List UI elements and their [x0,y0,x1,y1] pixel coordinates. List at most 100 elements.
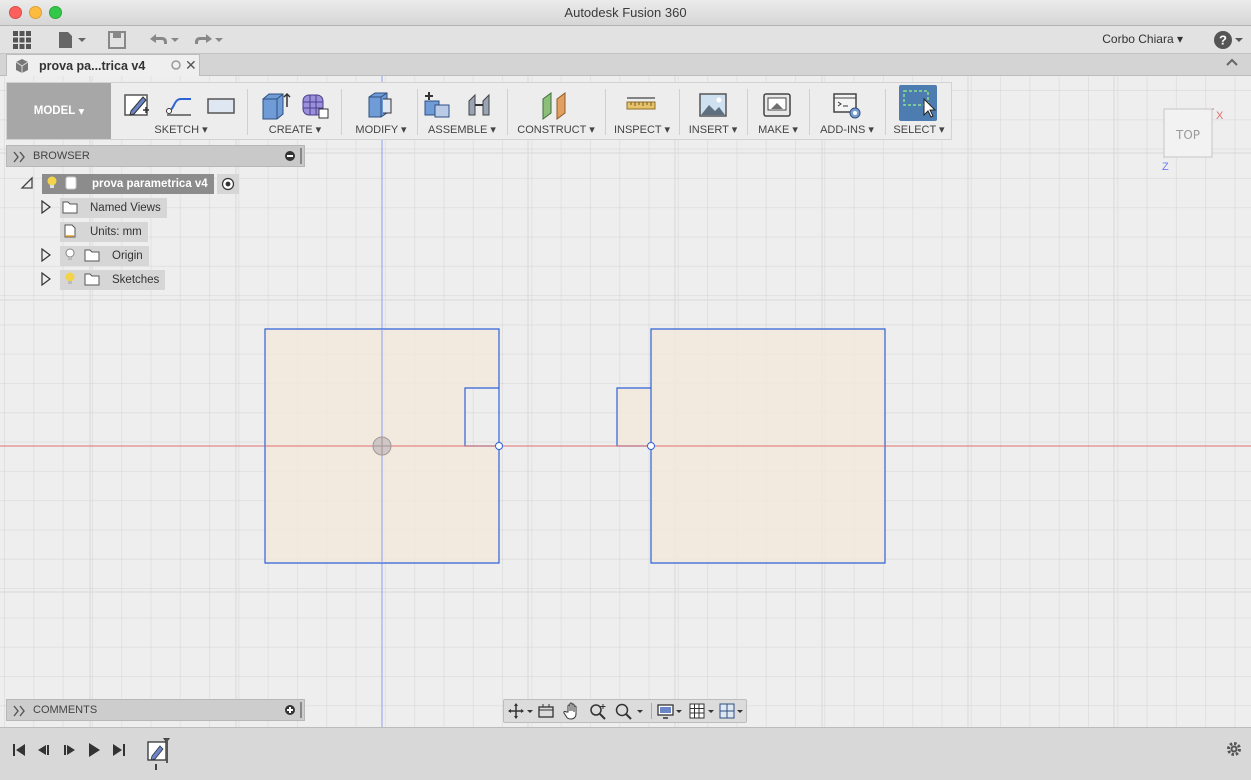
step-back-icon[interactable] [35,741,53,759]
title-bar: Autodesk Fusion 360 [0,0,1251,26]
insert-image-icon[interactable] [697,89,729,121]
expand-triangle-icon[interactable] [20,175,42,193]
chevron-down-icon: ▾ [1176,32,1183,46]
panel-resize-handle[interactable] [300,148,302,164]
workspace-switcher[interactable]: MODEL ▾ [7,83,111,139]
redo-icon[interactable] [190,30,226,50]
go-to-start-icon[interactable] [10,741,28,759]
create-menu[interactable]: CREATE ▾ [253,123,337,136]
browser-item-origin[interactable]: Origin [40,246,149,266]
orbit-icon[interactable] [506,702,534,720]
assemble-menu[interactable]: ASSEMBLE ▾ [419,123,505,136]
step-forward-icon[interactable] [60,741,78,759]
document-tab-bar: prova pa...trica v4 ✕ [0,54,1251,76]
view-cube-z-label: Z [1162,161,1169,170]
sketch-menu[interactable]: SKETCH ▾ [113,123,249,136]
browser-item-sketches[interactable]: Sketches [40,270,166,290]
document-icon [62,224,78,241]
press-pull-icon[interactable] [363,89,395,121]
add-comment-icon[interactable] [284,704,296,719]
document-tab[interactable]: prova pa...trica v4 ✕ [6,54,200,76]
select-tool-icon[interactable] [899,85,937,121]
make-menu[interactable]: MAKE ▾ [749,123,807,136]
navigation-bar [503,699,747,723]
select-group: SELECT ▾ [887,83,951,139]
window-title: Autodesk Fusion 360 [564,5,687,20]
joint-icon[interactable] [463,89,495,121]
go-to-end-icon[interactable] [110,741,128,759]
assemble-group: ASSEMBLE ▾ [419,83,505,139]
visibility-lightbulb-icon[interactable] [46,176,58,193]
view-cube-face-label[interactable]: TOP [1176,128,1200,142]
zoom-window-button[interactable] [49,6,62,19]
timeline-sketch-feature-icon[interactable] [146,736,176,775]
display-settings-icon[interactable] [656,702,686,720]
comments-panel-header[interactable]: COMMENTS [6,699,305,721]
save-icon[interactable] [107,30,127,50]
browser-root-node[interactable]: prova parametrica v4 [20,174,239,194]
component-cube-icon [14,58,30,77]
chevron-down-icon: ▾ [78,106,85,118]
minimize-browser-icon[interactable] [284,150,296,165]
activate-component-icon[interactable] [216,174,239,194]
play-icon[interactable] [85,741,103,759]
scripts-addins-icon[interactable] [831,89,863,121]
workspace-label: MODEL [33,105,76,117]
grid-settings-icon[interactable] [688,702,718,720]
sketch-point[interactable] [495,442,503,450]
browser-root-label: prova parametrica v4 [92,178,208,190]
visibility-lightbulb-icon[interactable] [64,272,76,289]
browser-item-units[interactable]: Units: mm [60,222,148,242]
expand-triangle-icon[interactable] [40,271,60,289]
sketches-label: Sketches [112,274,160,286]
collapse-panel-icon[interactable] [13,705,27,720]
look-at-icon[interactable] [536,702,556,720]
folder-icon [84,272,100,289]
data-panel-grid-icon[interactable] [12,30,32,50]
add-ins-group: ADD-INS ▾ [811,83,883,139]
help-icon[interactable]: ? [1213,30,1243,50]
inspect-menu[interactable]: INSPECT ▾ [609,123,675,136]
browser-panel-header[interactable]: BROWSER [6,145,305,167]
insert-menu[interactable]: INSERT ▾ [681,123,745,136]
select-menu[interactable]: SELECT ▾ [887,123,951,136]
offset-plane-icon[interactable] [539,89,571,121]
rectangle-sketch-icon[interactable] [205,89,237,121]
new-component-icon[interactable] [421,89,453,121]
sketch-point[interactable] [647,442,655,450]
create-sketch-icon[interactable] [121,89,153,121]
create-form-icon[interactable] [299,89,331,121]
timeline-settings-gear-icon[interactable] [1225,740,1243,761]
expand-triangle-icon[interactable] [40,247,60,265]
modify-menu[interactable]: MODIFY ▾ [345,123,417,136]
viewports-icon[interactable] [718,702,748,720]
view-cube[interactable]: X Z TOP [1156,100,1226,173]
user-account-menu[interactable]: Corbo Chiara ▾ [1102,32,1183,46]
pan-hand-icon[interactable] [562,702,582,720]
construct-menu[interactable]: CONSTRUCT ▾ [509,123,603,136]
collapse-ribbon-icon[interactable] [1225,56,1239,73]
inspect-group: INSPECT ▾ [609,83,675,139]
measure-ruler-icon[interactable] [625,89,657,121]
panel-resize-handle[interactable] [300,702,302,718]
application-toolbar: Corbo Chiara ▾ ? [0,26,1251,54]
visibility-lightbulb-off-icon[interactable] [64,248,76,265]
file-menu-icon[interactable] [56,30,88,50]
add-ins-menu[interactable]: ADD-INS ▾ [811,123,883,136]
close-window-button[interactable] [9,6,22,19]
close-tab-icon[interactable]: ✕ [185,57,197,74]
minimize-window-button[interactable] [29,6,42,19]
browser-item-named-views[interactable]: Named Views [40,198,167,218]
undo-icon[interactable] [146,30,182,50]
3d-print-icon[interactable] [761,89,793,121]
extrude-box-icon[interactable] [259,89,291,121]
zoom-window-icon[interactable] [588,702,608,720]
finish-sketch-line-icon[interactable] [163,89,195,121]
construct-group: CONSTRUCT ▾ [509,83,603,139]
folder-icon [62,200,78,217]
zoom-fit-icon[interactable] [614,702,648,720]
collapse-panel-icon[interactable] [13,151,27,166]
origin-label: Origin [112,250,143,262]
origin-point-icon[interactable] [372,436,392,456]
expand-triangle-icon[interactable] [40,199,60,217]
